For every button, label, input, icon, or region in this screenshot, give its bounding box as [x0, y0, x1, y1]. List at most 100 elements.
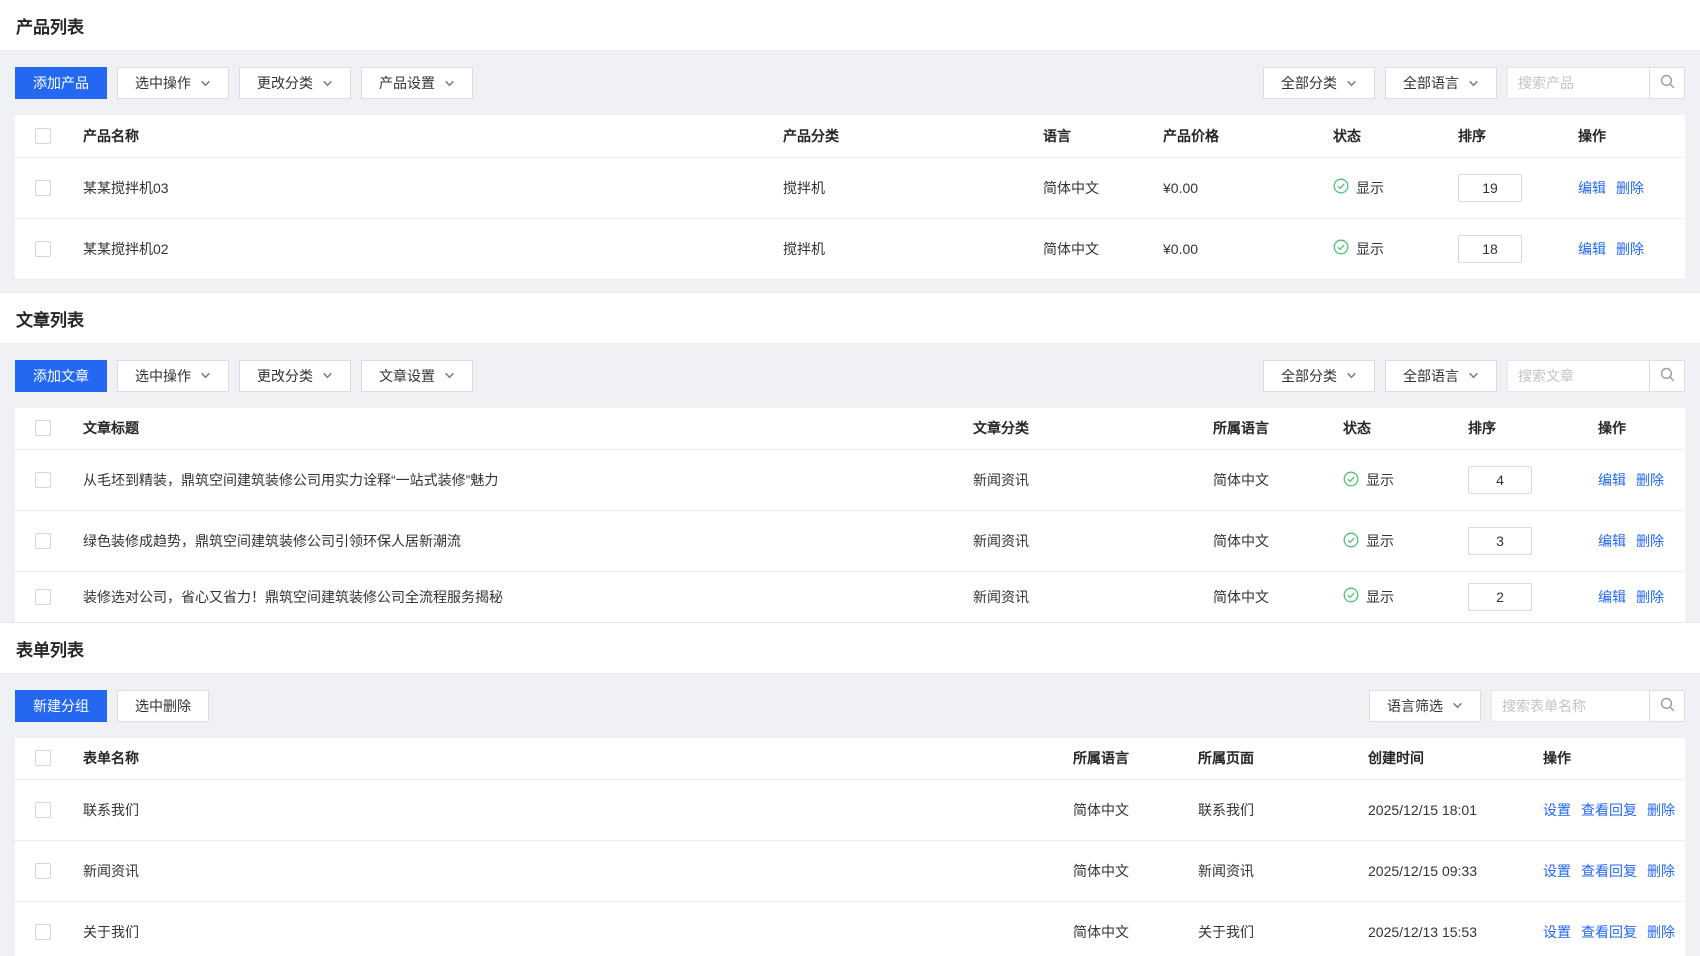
edit-link[interactable]: 编辑 — [1598, 472, 1626, 488]
status-text: 显示 — [1356, 239, 1384, 259]
form-language: 简体中文 — [1065, 780, 1190, 841]
row-checkbox[interactable] — [35, 924, 51, 940]
edit-link[interactable]: 编辑 — [1578, 180, 1606, 196]
products-section-body: 添加产品 选中操作 更改分类 产品设置 全部分类 — [0, 51, 1700, 292]
search-icon — [1659, 73, 1676, 93]
form-search-input[interactable] — [1491, 690, 1649, 722]
delete-link[interactable]: 删除 — [1647, 863, 1675, 879]
form-created-time: 2025/12/15 18:01 — [1360, 780, 1535, 841]
status-badge: 显示 — [1343, 470, 1394, 490]
row-checkbox[interactable] — [35, 863, 51, 879]
row-checkbox[interactable] — [35, 180, 51, 196]
article-change-category-dropdown[interactable]: 更改分类 — [239, 360, 351, 392]
row-checkbox[interactable] — [35, 802, 51, 818]
sort-input[interactable] — [1468, 583, 1532, 611]
form-page: 关于我们 — [1190, 902, 1360, 956]
form-name: 新闻资讯 — [75, 841, 1065, 902]
product-language-filter-dropdown[interactable]: 全部语言 — [1385, 67, 1497, 99]
product-change-category-dropdown[interactable]: 更改分类 — [239, 67, 351, 99]
article-language-filter-dropdown[interactable]: 全部语言 — [1385, 360, 1497, 392]
view-replies-link[interactable]: 查看回复 — [1581, 863, 1637, 879]
delete-link[interactable]: 删除 — [1647, 802, 1675, 818]
chevron-down-icon — [1468, 78, 1479, 89]
status-badge: 显示 — [1343, 587, 1394, 607]
delete-link[interactable]: 删除 — [1647, 924, 1675, 940]
check-circle-icon — [1333, 239, 1349, 258]
article-language: 简体中文 — [1205, 450, 1335, 511]
delete-link[interactable]: 删除 — [1616, 241, 1644, 257]
article-settings-label: 文章设置 — [379, 366, 435, 386]
product-price: ¥0.00 — [1155, 157, 1325, 218]
article-category-filter-dropdown[interactable]: 全部分类 — [1263, 360, 1375, 392]
table-row: 新闻资讯 简体中文 新闻资讯 2025/12/15 09:33 设置查看回复删除 — [15, 841, 1685, 902]
settings-link[interactable]: 设置 — [1543, 802, 1571, 818]
status-text: 显示 — [1366, 531, 1394, 551]
select-all-checkbox[interactable] — [35, 750, 51, 766]
row-checkbox[interactable] — [35, 241, 51, 257]
product-category-filter-dropdown[interactable]: 全部分类 — [1263, 67, 1375, 99]
edit-link[interactable]: 编辑 — [1578, 241, 1606, 257]
product-settings-dropdown[interactable]: 产品设置 — [361, 67, 473, 99]
product-settings-label: 产品设置 — [379, 73, 435, 93]
settings-link[interactable]: 设置 — [1543, 924, 1571, 940]
col-header-product-category: 产品分类 — [775, 115, 1035, 157]
admin-page: 产品列表 添加产品 选中操作 更改分类 产品设置 全部分类 — [0, 0, 1700, 956]
article-search-button[interactable] — [1649, 360, 1685, 392]
add-article-button[interactable]: 添加文章 — [15, 360, 107, 392]
sort-input[interactable] — [1458, 235, 1522, 263]
form-language: 简体中文 — [1065, 902, 1190, 956]
new-group-label: 新建分组 — [33, 696, 89, 716]
add-product-button[interactable]: 添加产品 — [15, 67, 107, 99]
col-header-price: 产品价格 — [1155, 115, 1325, 157]
article-title: 绿色装修成趋势，鼎筑空间建筑装修公司引领环保人居新潮流 — [75, 511, 965, 572]
form-language: 简体中文 — [1065, 841, 1190, 902]
edit-link[interactable]: 编辑 — [1598, 589, 1626, 605]
change-category-label: 更改分类 — [257, 366, 313, 386]
language-filter-label: 语言筛选 — [1387, 696, 1443, 716]
articles-section-body: 添加文章 选中操作 更改分类 文章设置 全部分类 — [0, 344, 1700, 622]
form-search-button[interactable] — [1649, 690, 1685, 722]
article-search-input[interactable] — [1507, 360, 1649, 392]
edit-link[interactable]: 编辑 — [1598, 533, 1626, 549]
article-category: 新闻资讯 — [965, 511, 1205, 572]
row-checkbox[interactable] — [35, 589, 51, 605]
table-row: 某某搅拌机03 搅拌机 简体中文 ¥0.00 显示 编辑删除 — [15, 157, 1685, 218]
products-section-title: 产品列表 — [0, 0, 1700, 51]
view-replies-link[interactable]: 查看回复 — [1581, 924, 1637, 940]
article-settings-dropdown[interactable]: 文章设置 — [361, 360, 473, 392]
delete-link[interactable]: 删除 — [1636, 589, 1664, 605]
row-checkbox[interactable] — [35, 533, 51, 549]
col-header-actions: 操作 — [1590, 408, 1685, 450]
status-text: 显示 — [1356, 178, 1384, 198]
sort-input[interactable] — [1468, 527, 1532, 555]
chevron-down-icon — [1468, 370, 1479, 381]
col-header-sort: 排序 — [1460, 408, 1590, 450]
row-checkbox[interactable] — [35, 472, 51, 488]
chevron-down-icon — [1452, 700, 1463, 711]
product-search-input[interactable] — [1507, 67, 1649, 99]
col-header-status: 状态 — [1325, 115, 1450, 157]
articles-section-title: 文章列表 — [0, 292, 1700, 344]
delete-selected-button[interactable]: 选中删除 — [117, 690, 209, 722]
sort-input[interactable] — [1458, 174, 1522, 202]
new-group-button[interactable]: 新建分组 — [15, 690, 107, 722]
products-toolbar: 添加产品 选中操作 更改分类 产品设置 全部分类 — [15, 67, 1685, 99]
product-bulk-action-dropdown[interactable]: 选中操作 — [117, 67, 229, 99]
sort-input[interactable] — [1468, 466, 1532, 494]
product-category: 搅拌机 — [775, 218, 1035, 279]
status-badge: 显示 — [1333, 178, 1384, 198]
product-search-button[interactable] — [1649, 67, 1685, 99]
bulk-action-label: 选中操作 — [135, 366, 191, 386]
col-header-product-name: 产品名称 — [75, 115, 775, 157]
settings-link[interactable]: 设置 — [1543, 863, 1571, 879]
form-language-filter-dropdown[interactable]: 语言筛选 — [1369, 690, 1481, 722]
delete-link[interactable]: 删除 — [1616, 180, 1644, 196]
article-bulk-action-dropdown[interactable]: 选中操作 — [117, 360, 229, 392]
select-all-checkbox[interactable] — [35, 128, 51, 144]
view-replies-link[interactable]: 查看回复 — [1581, 802, 1637, 818]
chevron-down-icon — [322, 370, 333, 381]
delete-link[interactable]: 删除 — [1636, 472, 1664, 488]
select-all-checkbox[interactable] — [35, 420, 51, 436]
delete-link[interactable]: 删除 — [1636, 533, 1664, 549]
check-circle-icon — [1343, 471, 1359, 490]
